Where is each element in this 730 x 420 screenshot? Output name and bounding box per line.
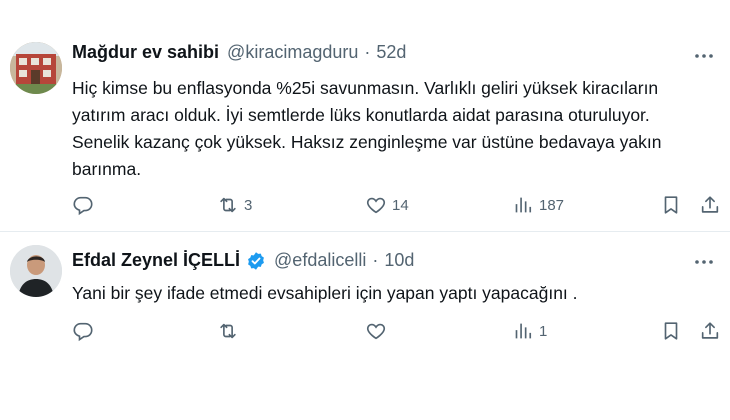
person-photo-icon (10, 245, 62, 297)
avatar[interactable] (10, 245, 62, 297)
reply-button[interactable] (72, 318, 99, 344)
retweet-button[interactable]: 3 (217, 192, 252, 218)
retweet-button[interactable] (217, 318, 244, 344)
action-bar: 3 14 187 (72, 192, 722, 218)
share-icon (699, 320, 721, 342)
separator-dot: · (364, 42, 371, 62)
username-handle[interactable]: @kiracimagduru (227, 42, 358, 63)
reply-icon (72, 194, 94, 216)
heart-icon (365, 320, 387, 342)
separator-dot: · (372, 250, 379, 270)
share-button[interactable] (699, 318, 721, 344)
heart-icon (365, 194, 387, 216)
bookmark-button[interactable] (660, 318, 682, 344)
analytics-icon (512, 320, 534, 342)
views-button[interactable]: 187 (512, 192, 564, 218)
tweet-text: Yani bir şey ifade etmedi evsahipleri iç… (72, 283, 578, 303)
action-bar: 1 (72, 318, 722, 344)
retweet-count: 3 (244, 196, 253, 214)
like-button[interactable] (365, 318, 392, 344)
more-icon[interactable] (692, 44, 716, 68)
share-button[interactable] (699, 192, 721, 218)
reply-button[interactable] (72, 192, 99, 218)
tweet[interactable]: Mağdur ev sahibi @kiracimagduru · 52d Hi… (0, 0, 730, 232)
more-icon[interactable] (692, 250, 716, 274)
view-count: 1 (539, 322, 548, 340)
tweet[interactable]: Efdal Zeynel İÇELLİ @efdalicelli · 10d Y… (0, 232, 730, 420)
username-handle[interactable]: @efdalicelli (274, 250, 366, 271)
tweet-header: Efdal Zeynel İÇELLİ @efdalicelli · 10d (72, 250, 414, 271)
analytics-icon (512, 194, 534, 216)
like-button[interactable]: 14 (365, 192, 409, 218)
verified-badge-icon (246, 251, 266, 271)
bookmark-icon (660, 320, 682, 342)
like-count: 14 (392, 196, 409, 214)
tweet-header: Mağdur ev sahibi @kiracimagduru · 52d (72, 42, 406, 63)
reply-icon (72, 320, 94, 342)
bookmark-icon (660, 194, 682, 216)
avatar[interactable] (10, 42, 62, 94)
timestamp[interactable]: 52d (376, 42, 406, 63)
view-count: 187 (539, 196, 565, 214)
retweet-icon (217, 194, 239, 216)
timestamp[interactable]: 10d (384, 250, 414, 271)
views-button[interactable]: 1 (512, 318, 547, 344)
display-name[interactable]: Efdal Zeynel İÇELLİ (72, 250, 240, 271)
tweet-text: Hiç kimse bu enflasyonda %25i savunmasın… (72, 78, 662, 179)
house-photo-icon (10, 42, 62, 94)
display-name[interactable]: Mağdur ev sahibi (72, 42, 219, 63)
retweet-icon (217, 320, 239, 342)
bookmark-button[interactable] (660, 192, 682, 218)
share-icon (699, 194, 721, 216)
